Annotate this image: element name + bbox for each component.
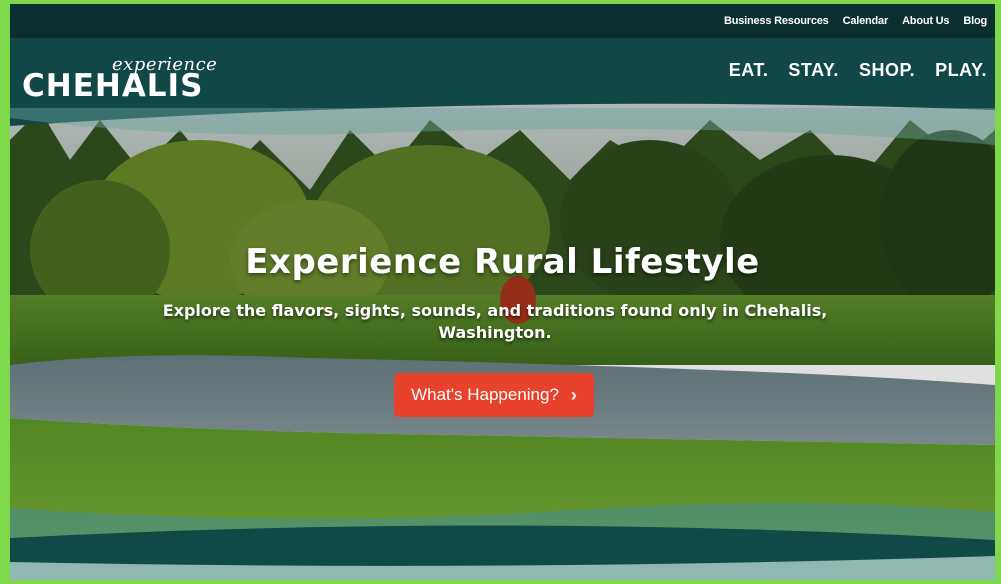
nav-stay[interactable]: STAY. [788,60,839,81]
nav-blog[interactable]: Blog [963,15,987,27]
main-nav: EAT. STAY. SHOP. PLAY. [729,60,987,81]
browser-viewport: Business Resources Calendar About Us Blo… [10,4,995,580]
nav-about-us[interactable]: About Us [902,15,949,27]
chevron-right-icon: › [570,384,577,405]
nav-eat[interactable]: EAT. [729,60,769,81]
nav-business-resources[interactable]: Business Resources [724,15,829,27]
nav-play[interactable]: PLAY. [935,60,987,81]
site-logo[interactable]: experience CHEHALIS [22,54,222,104]
cta-label: What's Happening? [411,385,559,404]
nav-calendar[interactable]: Calendar [843,15,889,27]
logo-main-text: CHEHALIS [22,68,204,104]
nav-shop[interactable]: SHOP. [859,60,915,81]
whats-happening-button[interactable]: What's Happening? › [394,373,594,417]
hero-title: Experience Rural Lifestyle [245,242,760,282]
hero-subtitle: Explore the flavors, sights, sounds, and… [162,301,828,342]
hero-section: Experience Rural Lifestyle Explore the f… [10,100,995,580]
utility-nav: Business Resources Calendar About Us Blo… [10,4,995,38]
